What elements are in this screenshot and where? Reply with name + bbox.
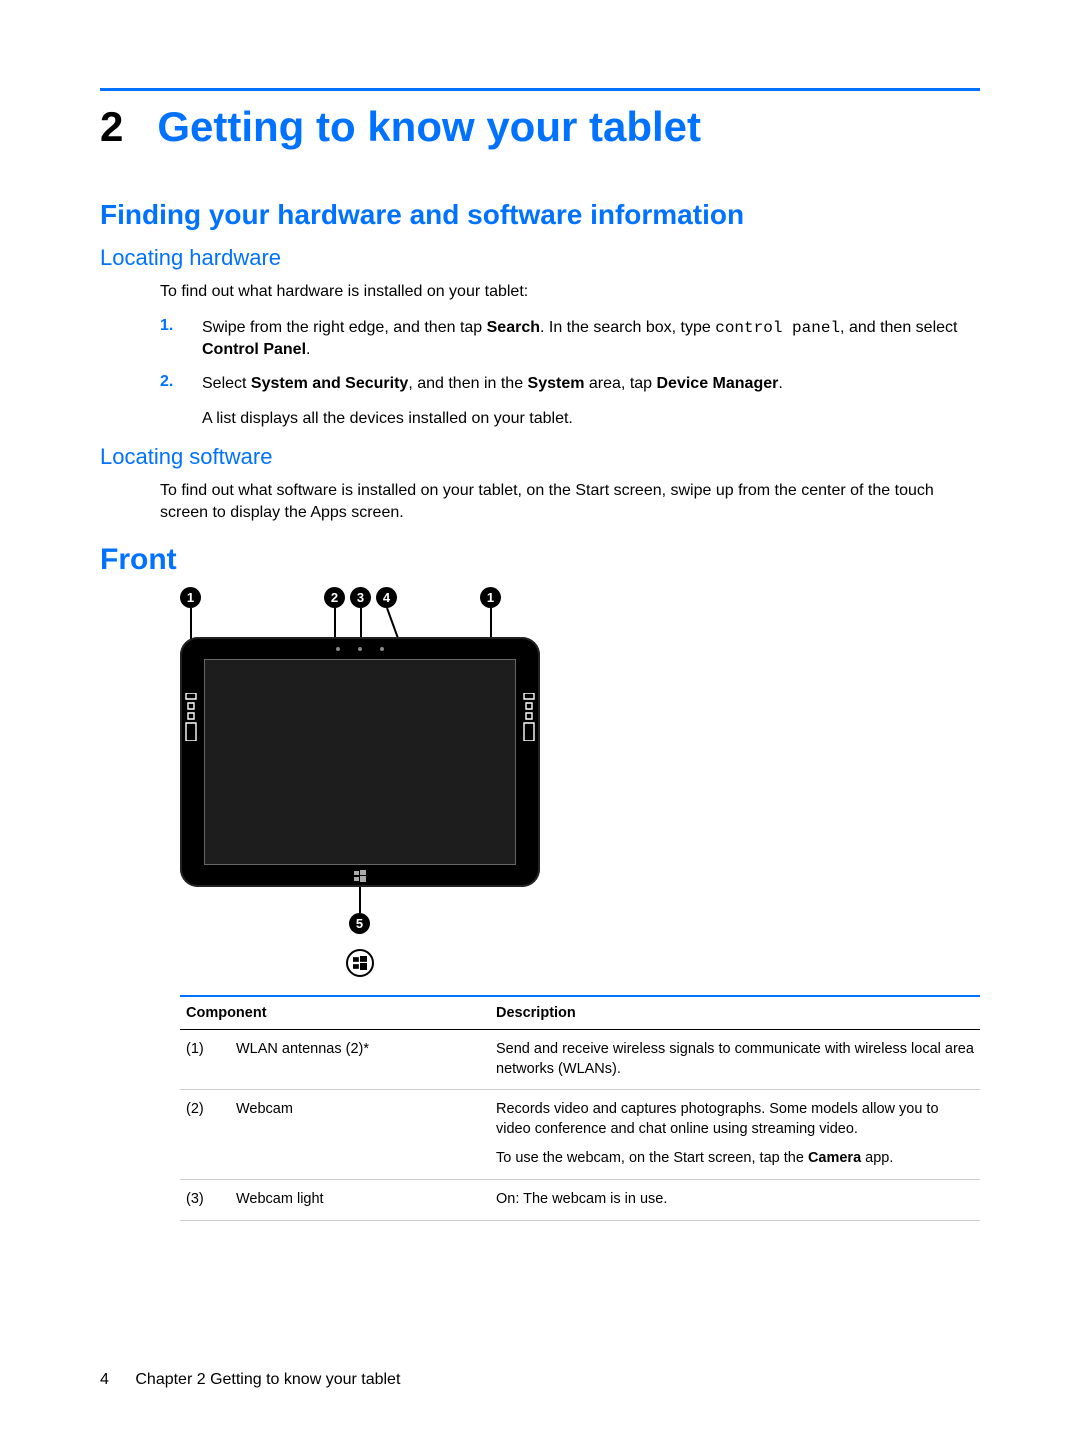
cell-desc: On: The webcam is in use. [490,1179,980,1220]
component-table: Component Description (1) WLAN antennas … [180,995,980,1220]
paragraph: To find out what software is installed o… [160,480,980,523]
antenna-left-icon [184,693,198,741]
tablet-sensors [336,647,384,651]
callout-2-icon: 2 [324,587,345,608]
list-item: 2. Select System and Security, and then … [160,373,980,395]
text: . [778,375,782,392]
table-row: (1) WLAN antennas (2)* Send and receive … [180,1030,980,1090]
webcam-light-dot-icon [358,647,362,651]
sensor-dot-icon [380,647,384,651]
list-body: Swipe from the right edge, and then tap … [202,317,980,361]
subsection-heading-software: Locating software [100,444,980,470]
leader-line [359,887,361,913]
cell-name: Webcam light [230,1179,490,1220]
chapter-title: Getting to know your tablet [157,103,701,151]
footer-text: Chapter 2 Getting to know your tablet [135,1371,400,1388]
callout-4-icon: 4 [376,587,397,608]
text: , and then select [840,319,957,336]
table-header-description: Description [490,996,980,1030]
callout-3-icon: 3 [350,587,371,608]
text-mono: control panel [715,319,840,337]
table-row: (3) Webcam light On: The webcam is in us… [180,1179,980,1220]
text: . In the search box, type [540,319,715,336]
chapter-heading: 2 Getting to know your tablet [100,103,980,151]
windows-button-icon [354,869,366,881]
chapter-number: 2 [100,103,123,151]
text: area, tap [584,375,656,392]
cell-name: WLAN antennas (2)* [230,1030,490,1090]
table-header-row: Component Description [180,996,980,1030]
table-row: (2) Webcam Records video and captures ph… [180,1090,980,1180]
text-bold: Device Manager [657,375,779,392]
cell-desc: Send and receive wireless signals to com… [490,1030,980,1090]
callouts-row: 1 2 3 4 1 [180,587,540,609]
list-item: 1. Swipe from the right edge, and then t… [160,317,980,361]
tablet-screen [204,659,516,865]
table-header-component: Component [180,996,490,1030]
text-bold: Camera [808,1150,861,1166]
windows-logo-circle-icon [346,949,374,977]
text: To use the webcam, on the Start screen, … [496,1150,808,1166]
text: app. [861,1150,893,1166]
ordered-list: 1. Swipe from the right edge, and then t… [160,317,980,395]
chapter-rule [100,88,980,91]
text-bold: System [528,375,585,392]
text: Records video and captures photographs. … [496,1101,939,1137]
text-bold: System and Security [251,375,408,392]
list-body: Select System and Security, and then in … [202,373,783,395]
cell-num: (3) [180,1179,230,1220]
cell-num: (2) [180,1090,230,1180]
text: . [306,341,310,358]
tablet-body [180,637,540,887]
antenna-right-icon [522,693,536,741]
text: Swipe from the right edge, and then tap [202,319,487,336]
callout-bottom-area: 5 [180,887,540,977]
section-heading-front: Front [100,543,980,577]
paragraph: A list displays all the devices installe… [202,408,980,430]
page-footer: 4 Chapter 2 Getting to know your tablet [100,1371,400,1389]
tablet-front-diagram: 1 2 3 4 1 [180,587,540,977]
list-number: 1. [160,317,202,361]
paragraph: To find out what hardware is installed o… [160,281,980,303]
text: Select [202,375,251,392]
subsection-heading-hardware: Locating hardware [100,245,980,271]
text: , and then in the [408,375,527,392]
section-heading: Finding your hardware and software infor… [100,199,980,231]
list-number: 2. [160,373,202,395]
callout-1b-icon: 1 [480,587,501,608]
callout-5-icon: 5 [349,913,370,934]
callout-1-icon: 1 [180,587,201,608]
text-bold: Control Panel [202,341,306,358]
cell-num: (1) [180,1030,230,1090]
text-sub: To use the webcam, on the Start screen, … [496,1149,974,1169]
cell-name: Webcam [230,1090,490,1180]
page-number: 4 [100,1371,109,1388]
webcam-dot-icon [336,647,340,651]
cell-desc: Records video and captures photographs. … [490,1090,980,1180]
text-bold: Search [487,319,540,336]
